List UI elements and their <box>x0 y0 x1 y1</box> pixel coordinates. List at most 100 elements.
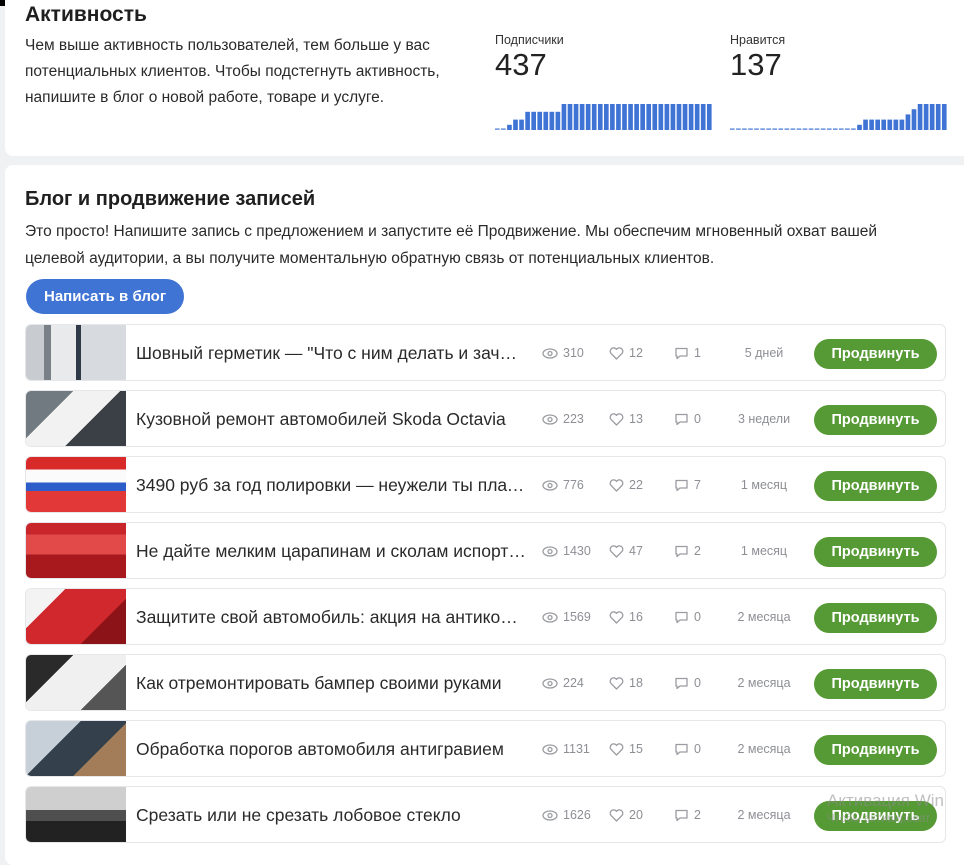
spark-baseline <box>760 128 765 130</box>
post-row[interactable]: Кузовной ремонт автомобилей Skoda Octavi… <box>25 390 946 447</box>
comments-value: 0 <box>694 676 701 690</box>
promote-button[interactable]: Продвинуть <box>814 669 937 699</box>
likes-count: 18 <box>609 655 643 710</box>
spark-baseline <box>748 128 753 130</box>
spark-bar <box>694 104 700 130</box>
promote-button[interactable]: Продвинуть <box>814 537 937 567</box>
likes-count: 22 <box>609 457 643 512</box>
spark-bar <box>664 104 670 130</box>
comments-count: 0 <box>674 721 701 776</box>
post-row[interactable]: 3490 руб за год полировки — неужели ты п… <box>25 456 946 513</box>
views-value: 310 <box>563 346 584 360</box>
subscribers-stat: Подписчики 437 <box>495 33 564 82</box>
comments-count: 2 <box>674 787 701 842</box>
spark-bar <box>875 119 880 130</box>
spark-bar <box>857 124 862 130</box>
spark-bar <box>682 104 688 130</box>
spark-baseline <box>820 128 826 130</box>
post-row[interactable]: Шовный герметик — "Что с ним делать и за… <box>25 324 946 381</box>
post-title[interactable]: Как отремонтировать бампер своими руками <box>136 655 526 710</box>
likes-value: 18 <box>629 676 643 690</box>
comment-icon <box>674 809 689 822</box>
post-row[interactable]: Срезать или не срезать лобовое стекло 16… <box>25 786 946 843</box>
spark-bar <box>573 104 579 130</box>
likes-count: 47 <box>609 523 643 578</box>
spark-baseline <box>766 128 771 130</box>
spark-baseline <box>832 128 838 130</box>
spark-bar <box>591 104 597 130</box>
post-row[interactable]: Не дайте мелким царапинам и сколам испор… <box>25 522 946 579</box>
likes-count: 15 <box>609 721 643 776</box>
spark-bar <box>507 124 512 130</box>
spark-bar <box>567 104 573 130</box>
post-title[interactable]: 3490 руб за год полировки — неужели ты п… <box>136 457 526 512</box>
spark-baseline <box>808 128 814 130</box>
activity-description: Чем выше активность пользователей, тем б… <box>25 37 440 106</box>
promote-button[interactable]: Продвинуть <box>814 471 937 501</box>
spark-bar <box>616 104 621 130</box>
spark-bar <box>670 104 676 130</box>
spark-baseline <box>784 128 790 130</box>
post-title[interactable]: Обработка порогов автомобиля антигравием <box>136 721 526 776</box>
views-value: 1569 <box>563 610 591 624</box>
views-count: 776 <box>542 457 584 512</box>
post-row[interactable]: Защитите свой автомобиль: акция на антик… <box>25 588 946 645</box>
post-title[interactable]: Срезать или не срезать лобовое стекло <box>136 787 526 842</box>
comment-icon <box>674 743 689 756</box>
views-value: 1430 <box>563 544 591 558</box>
comments-value: 2 <box>694 544 701 558</box>
blog-title: Блог и продвижение записей <box>25 188 316 210</box>
spark-bar <box>561 104 567 130</box>
spark-baseline <box>796 128 802 130</box>
promote-button[interactable]: Продвинуть <box>814 735 937 765</box>
comment-icon <box>674 347 689 360</box>
spark-bar <box>585 104 591 130</box>
post-row[interactable]: Как отремонтировать бампер своими руками… <box>25 654 946 711</box>
spark-baseline <box>772 128 778 130</box>
spark-bar <box>610 104 615 130</box>
post-thumbnail[interactable] <box>26 457 126 512</box>
views-count: 223 <box>542 391 584 446</box>
spark-bar <box>519 119 524 130</box>
promote-button[interactable]: Продвинуть <box>814 339 937 369</box>
post-title[interactable]: Кузовной ремонт автомобилей Skoda Octavi… <box>136 391 526 446</box>
activity-title: Активность <box>25 3 147 26</box>
post-row[interactable]: Обработка порогов автомобиля антигравием… <box>25 720 946 777</box>
spark-bar <box>549 111 555 130</box>
promote-button[interactable]: Продвинуть <box>814 603 937 633</box>
post-thumbnail[interactable] <box>26 655 126 710</box>
likes-count: 16 <box>609 589 643 644</box>
post-thumbnail[interactable] <box>26 589 126 644</box>
post-thumbnail[interactable] <box>26 325 126 380</box>
eye-icon <box>542 810 558 821</box>
spark-bar <box>604 104 609 130</box>
heart-icon <box>609 413 624 426</box>
views-value: 1131 <box>563 742 590 756</box>
subscribers-value: 437 <box>495 47 547 82</box>
spark-bar <box>905 114 911 130</box>
spark-bar <box>893 119 899 130</box>
spark-bar <box>537 111 543 130</box>
heart-icon <box>609 347 624 360</box>
comments-count: 2 <box>674 523 701 578</box>
post-thumbnail[interactable] <box>26 721 126 776</box>
post-title[interactable]: Не дайте мелким царапинам и сколам испор… <box>136 523 526 578</box>
comment-icon <box>674 611 689 624</box>
post-title[interactable]: Защитите свой автомобиль: акция на антик… <box>136 589 526 644</box>
post-age: 5 дней <box>744 346 784 360</box>
post-thumbnail[interactable] <box>26 787 126 842</box>
promote-button[interactable]: Продвинуть <box>814 405 937 435</box>
views-value: 1626 <box>563 808 591 822</box>
spark-bar <box>628 104 633 130</box>
post-thumbnail[interactable] <box>26 523 126 578</box>
write-blog-button[interactable]: Написать в блог <box>26 279 185 314</box>
post-title[interactable]: Шовный герметик — "Что с ним делать и за… <box>136 325 526 380</box>
likes-count: 20 <box>609 787 643 842</box>
post-thumbnail[interactable] <box>26 391 126 446</box>
views-value: 224 <box>563 676 584 690</box>
views-count: 1626 <box>542 787 591 842</box>
spark-baseline <box>730 128 735 130</box>
views-count: 310 <box>542 325 584 380</box>
heart-icon <box>609 545 624 558</box>
likes-sparkline <box>730 104 947 130</box>
